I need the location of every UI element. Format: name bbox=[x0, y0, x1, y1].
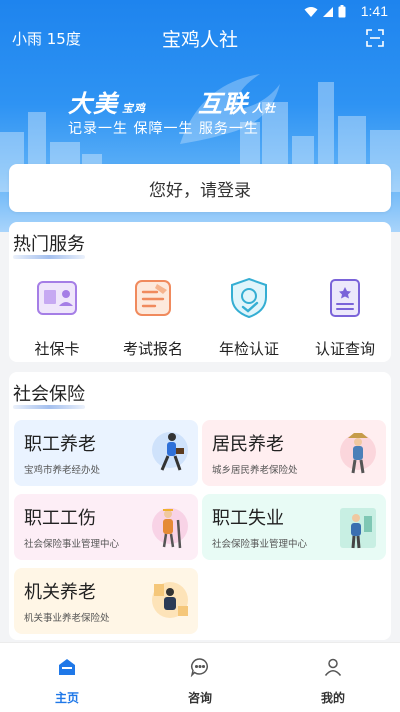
login-button[interactable]: 您好，请登录 bbox=[9, 164, 391, 212]
chat-icon bbox=[190, 658, 208, 678]
status-time: 1:41 bbox=[360, 3, 388, 19]
tab-label: 主页 bbox=[54, 691, 79, 705]
slogan-left: 大美 bbox=[68, 90, 118, 118]
tile-subtitle: 社会保险事业管理中心 bbox=[24, 539, 120, 550]
exam-signup-icon bbox=[135, 280, 171, 316]
banner-slogan: 大美 宝鸡 互联 人社 bbox=[68, 84, 276, 119]
id-card-icon bbox=[37, 281, 77, 315]
tile-title: 职工失业 bbox=[212, 508, 284, 529]
service-label: 考试报名 bbox=[122, 340, 183, 358]
banner-subline: 记录一生 保障一生 服务一生 bbox=[68, 121, 259, 137]
home-icon bbox=[59, 659, 75, 675]
service-label: 社保卡 bbox=[34, 340, 80, 358]
tile-work-injury[interactable]: 职工工伤 社会保险事业管理中心 bbox=[14, 494, 198, 560]
injured-worker-illustration bbox=[152, 508, 188, 549]
tile-subtitle: 社会保险事业管理中心 bbox=[212, 539, 308, 550]
tile-title: 机关养老 bbox=[24, 582, 96, 603]
service-certificate-query[interactable]: 认证查询 bbox=[300, 276, 390, 359]
clerk-illustration bbox=[152, 582, 188, 618]
farmer-illustration bbox=[340, 433, 376, 474]
tab-consult[interactable]: 咨询 bbox=[155, 657, 245, 706]
tile-subtitle: 城乡居民养老保险处 bbox=[212, 465, 298, 476]
shield-check-icon bbox=[231, 277, 267, 319]
service-annual-verification[interactable]: 年检认证 bbox=[204, 276, 294, 359]
signal-icon bbox=[323, 6, 333, 17]
hot-services-card: 热门服务 社保卡 考试报名 年检认证 认证查询 bbox=[9, 222, 391, 362]
tab-mine[interactable]: 我的 bbox=[288, 657, 378, 706]
social-insurance-title: 社会保险 bbox=[13, 384, 85, 405]
tile-subtitle: 宝鸡市养老经办处 bbox=[24, 465, 101, 476]
tile-institution-pension[interactable]: 机关养老 机关事业养老保险处 bbox=[14, 568, 198, 634]
battery-icon bbox=[338, 5, 346, 18]
service-exam-signup[interactable]: 考试报名 bbox=[108, 276, 198, 359]
tile-title: 居民养老 bbox=[212, 434, 284, 455]
tile-title: 职工养老 bbox=[24, 434, 96, 455]
tile-subtitle: 机关事业养老保险处 bbox=[24, 613, 110, 624]
tab-label: 我的 bbox=[320, 691, 345, 705]
hot-services-title: 热门服务 bbox=[13, 234, 85, 255]
app-bar: 小雨 15度 宝鸡人社 bbox=[0, 24, 400, 54]
running-man-illustration bbox=[152, 432, 188, 471]
tab-home[interactable]: 主页 bbox=[22, 657, 112, 706]
slogan-left-small: 宝鸡 bbox=[122, 102, 146, 115]
service-label: 年检认证 bbox=[218, 340, 279, 358]
service-social-card[interactable]: 社保卡 bbox=[12, 276, 102, 359]
slogan-right-small: 人社 bbox=[252, 102, 276, 115]
tile-unemployment[interactable]: 职工失业 社会保险事业管理中心 bbox=[202, 494, 386, 560]
scan-icon[interactable] bbox=[366, 29, 384, 47]
certificate-query-icon bbox=[330, 279, 360, 317]
status-icons bbox=[304, 5, 346, 18]
office-worker-illustration bbox=[340, 508, 376, 549]
user-icon bbox=[324, 658, 342, 676]
tile-employee-pension[interactable]: 职工养老 宝鸡市养老经办处 bbox=[14, 420, 198, 486]
social-insurance-card: 社会保险 职工养老 宝鸡市养老经办处 居民养老 城乡居民养老保险处 职工工伤 社… bbox=[9, 372, 391, 640]
tile-title: 职工工伤 bbox=[24, 508, 96, 529]
tile-resident-pension[interactable]: 居民养老 城乡居民养老保险处 bbox=[202, 420, 386, 486]
service-label: 认证查询 bbox=[314, 340, 375, 358]
bottom-tab-bar: 主页 咨询 我的 bbox=[0, 642, 400, 712]
tab-label: 咨询 bbox=[187, 691, 212, 705]
status-bar: 1:41 bbox=[0, 0, 400, 24]
wifi-icon bbox=[304, 6, 318, 17]
page-title: 宝鸡人社 bbox=[161, 29, 238, 51]
slogan-right: 互联 bbox=[198, 90, 248, 118]
